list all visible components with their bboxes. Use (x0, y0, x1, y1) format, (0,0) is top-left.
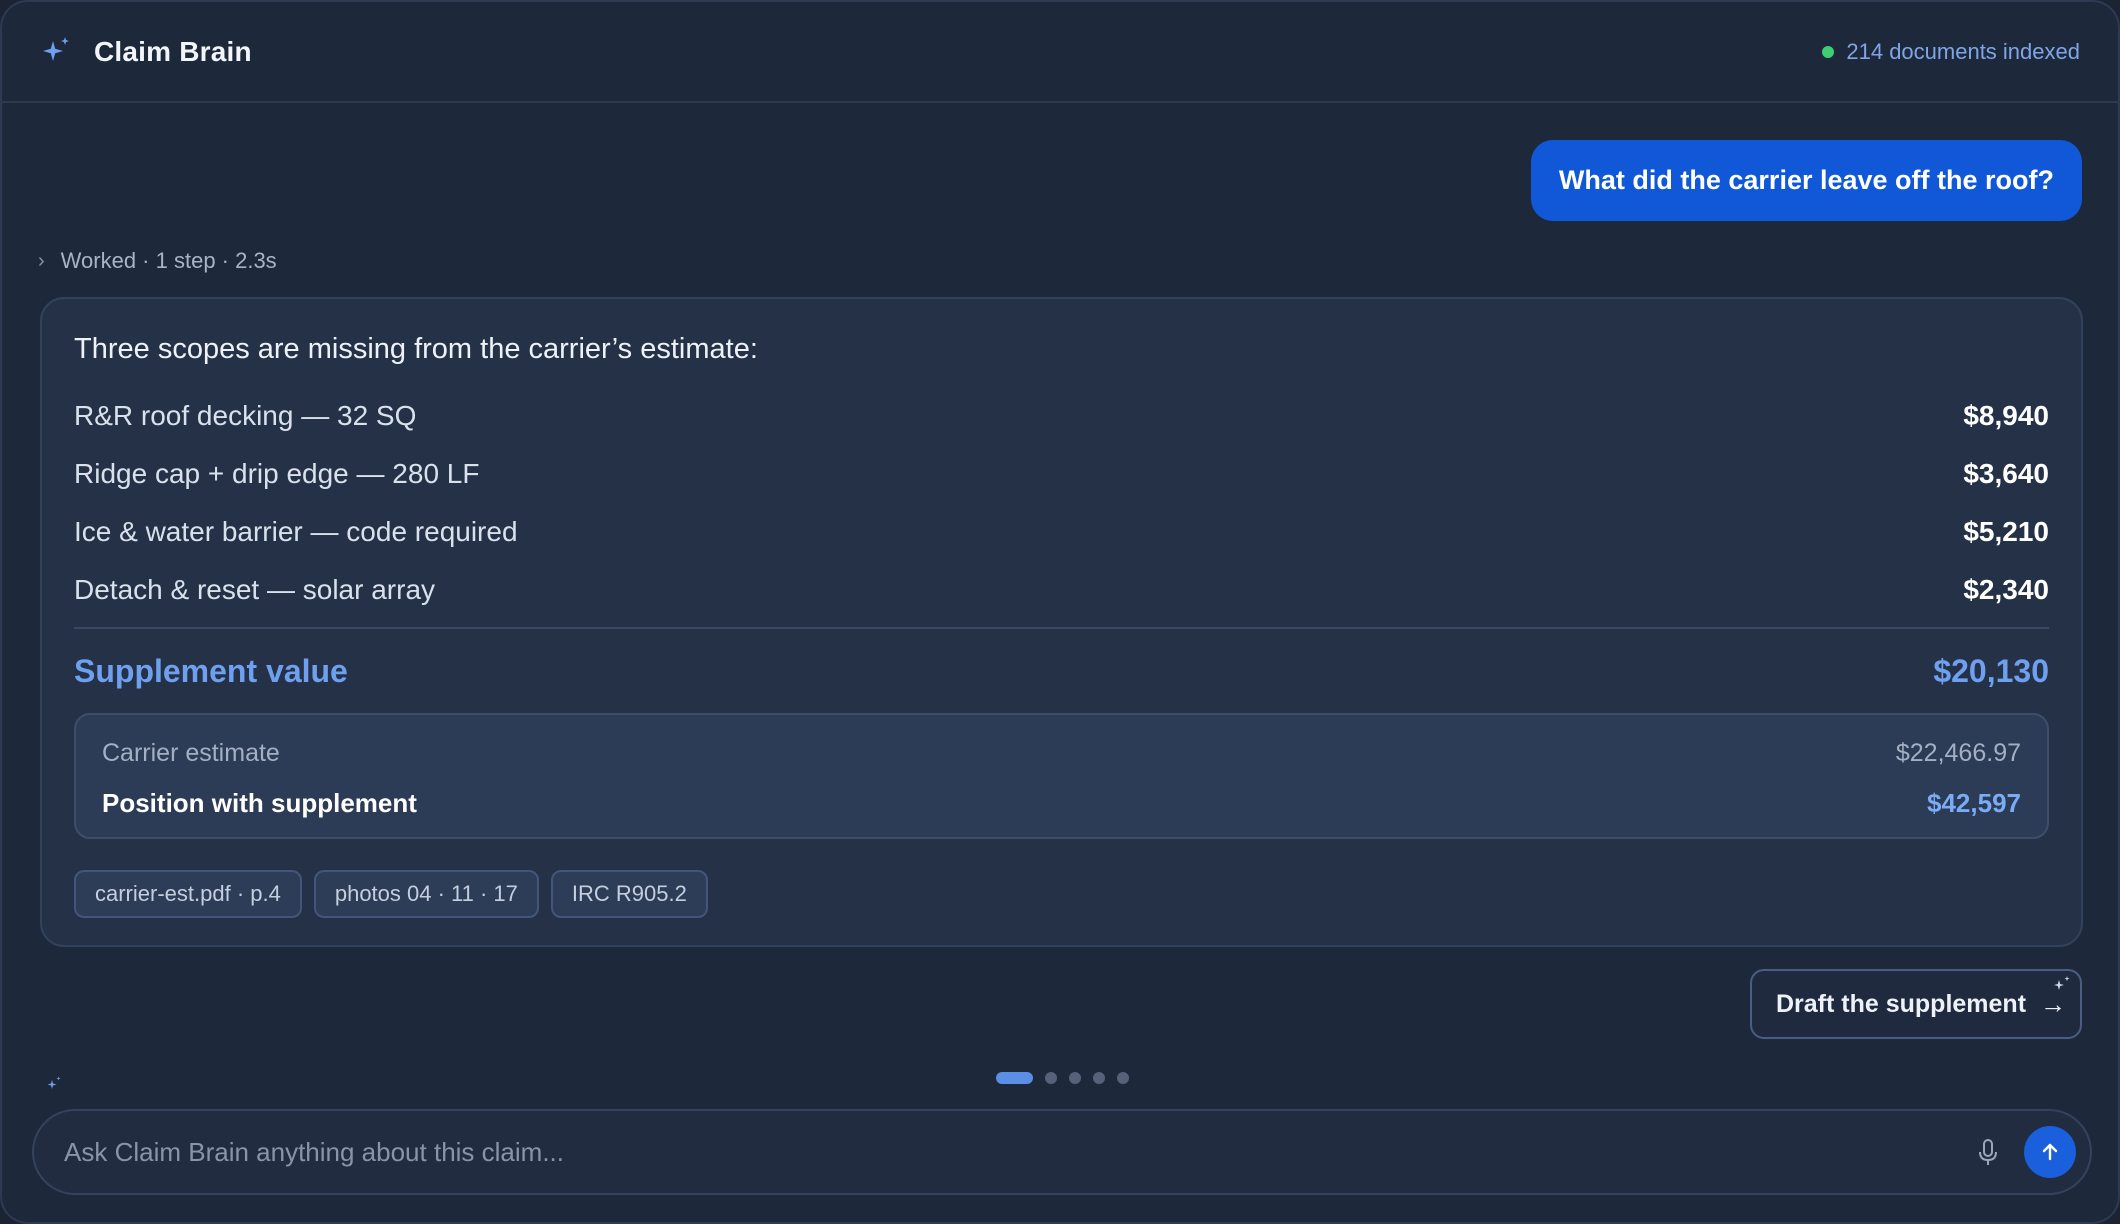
composer (32, 1109, 2092, 1195)
position-value: $42,597 (1927, 787, 2021, 818)
source-chip-photos[interactable]: photos 04 · 11 · 17 (313, 870, 539, 918)
line-item-amount: $5,210 (1963, 516, 2049, 547)
position-with-supplement-row: Position with supplement $42,597 (102, 785, 2021, 821)
line-item-label: R&R roof decking — 32 SQ (74, 400, 417, 431)
header-bar: Claim Brain 214 documents indexed (2, 2, 2118, 103)
source-chip-carrier-estimate[interactable]: carrier-est.pdf · p.4 (74, 870, 302, 918)
answer-intro: Three scopes are missing from the carrie… (74, 333, 758, 365)
pager-dots (996, 1072, 1129, 1084)
chevron-right-icon: › (38, 249, 45, 272)
carrier-estimate-label: Carrier estimate (102, 738, 280, 767)
divider (74, 627, 2049, 629)
supplement-total-row: Supplement value $20,130 (74, 649, 2049, 693)
carrier-estimate-row: Carrier estimate $22,466.97 (102, 735, 2021, 771)
line-item: R&R roof decking — 32 SQ $8,940 (74, 396, 2049, 436)
claim-brain-app: Claim Brain 214 documents indexed What d… (0, 0, 2120, 1224)
app-title: Claim Brain (94, 35, 252, 67)
pager-dot[interactable] (1117, 1072, 1129, 1084)
position-label: Position with supplement (102, 787, 417, 818)
line-item-label: Ice & water barrier — code required (74, 516, 518, 547)
line-item: Ice & water barrier — code required $5,2… (74, 512, 2049, 552)
sparkle-icon (2054, 976, 2070, 990)
source-chip-code[interactable]: IRC R905.2 (550, 870, 708, 918)
carrier-estimate-value: $22,466.97 (1895, 738, 2021, 767)
draft-supplement-label: Draft the supplement (1776, 989, 2027, 1018)
microphone-icon[interactable] (1976, 1138, 2000, 1168)
source-chips: carrier-est.pdf · p.4 photos 04 · 11 · 1… (74, 870, 708, 918)
worked-summary: Worked · 1 step · 2.3s (60, 248, 277, 273)
chat-input[interactable] (64, 1111, 1944, 1193)
line-item-label: Ridge cap + drip edge — 280 LF (74, 458, 480, 489)
pager-dot-active[interactable] (996, 1072, 1033, 1084)
sparkle-icon (47, 1076, 61, 1089)
user-message-bubble: What did the carrier leave off the roof? (1530, 140, 2082, 221)
pager-dot[interactable] (1069, 1072, 1081, 1084)
worked-toggle[interactable]: › Worked · 1 step · 2.3s (38, 248, 277, 274)
pager-dot[interactable] (1093, 1072, 1105, 1084)
line-item-amount: $2,340 (1963, 574, 2049, 605)
send-button[interactable] (2024, 1126, 2076, 1178)
position-summary-box: Carrier estimate $22,466.97 Position wit… (74, 713, 2049, 839)
draft-supplement-button[interactable]: Draft the supplement → (1750, 969, 2082, 1039)
pager-dot[interactable] (1045, 1072, 1057, 1084)
index-status: 214 documents indexed (1822, 39, 2080, 65)
index-status-text: 214 documents indexed (1846, 38, 2080, 64)
line-item-amount: $3,640 (1963, 458, 2049, 489)
user-message-text: What did the carrier leave off the roof? (1558, 165, 2054, 195)
sparkle-icon (43, 36, 69, 61)
line-item: Ridge cap + drip edge — 280 LF $3,640 (74, 454, 2049, 494)
supplement-label: Supplement value (74, 652, 348, 689)
answer-card: Three scopes are missing from the carrie… (40, 297, 2083, 947)
line-item-amount: $8,940 (1963, 400, 2049, 431)
line-item-label: Detach & reset — solar array (74, 574, 436, 605)
arrow-up-icon (2042, 1143, 2058, 1161)
supplement-value: $20,130 (1933, 652, 2049, 689)
line-item: Detach & reset — solar array $2,340 (74, 570, 2049, 610)
status-dot-icon (1822, 45, 1835, 58)
